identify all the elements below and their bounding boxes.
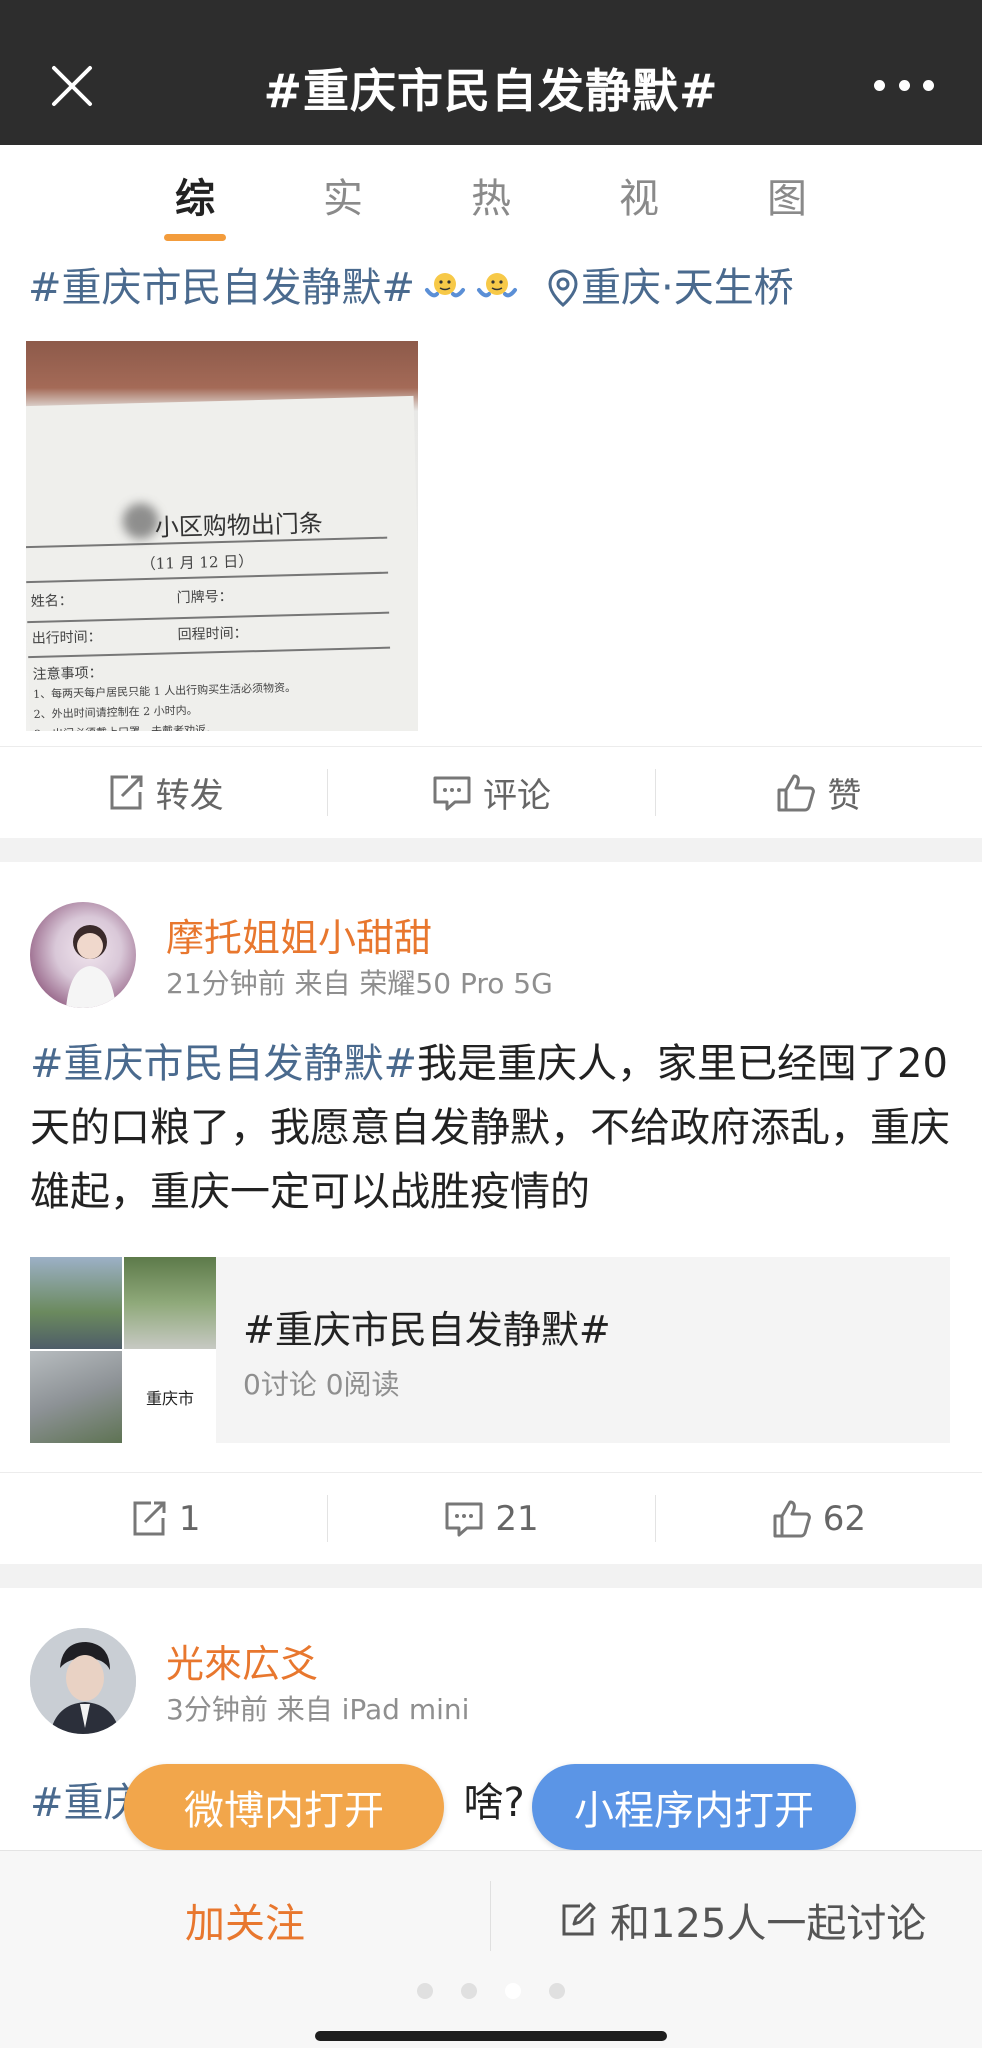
- avatar[interactable]: [30, 902, 136, 1008]
- post-actions: 1 21 62: [0, 1472, 982, 1564]
- more-icon[interactable]: [874, 70, 934, 100]
- page-indicator: [0, 1983, 982, 1999]
- like-label: 赞: [827, 776, 862, 816]
- repost-icon: [110, 775, 143, 809]
- username-link[interactable]: 光來広爻: [166, 1633, 318, 1688]
- topic-thumbnail: 重庆市: [30, 1257, 216, 1443]
- open-in-weibo-button[interactable]: 微博内打开: [124, 1764, 444, 1850]
- thumbs-up-icon: [773, 1500, 811, 1537]
- repost-count: 1: [178, 1498, 201, 1539]
- tab-realtime[interactable]: 实时: [304, 145, 382, 330]
- shrug-emoji-icon: [475, 268, 519, 308]
- topic-card[interactable]: 重庆市 #重庆市民自发静默# 0讨论 0阅读: [30, 1257, 950, 1443]
- edit-icon: [562, 1902, 596, 1936]
- post-body: #重庆市民自发静默#我是重庆人，家里已经囤了20天的口粮了，我愿意自发静默，不给…: [30, 1032, 952, 1224]
- like-count: 62: [822, 1498, 866, 1539]
- tab-hot[interactable]: 热门: [452, 145, 530, 330]
- like-button[interactable]: 赞: [654, 747, 982, 838]
- slip-line: 2、外出时间请控制在 2 小时内。: [33, 703, 198, 721]
- home-indicator[interactable]: [315, 2031, 667, 2041]
- slip-line: 注意事项：: [32, 665, 103, 683]
- bottom-bar: 加关注 和125人一起讨论: [0, 1850, 982, 2048]
- slip-title: 小区购物出门条: [154, 509, 324, 542]
- topic-title: #重庆市民自发静默#: [243, 1308, 611, 1352]
- open-in-mini-program-button[interactable]: 小程序内打开: [532, 1764, 856, 1850]
- post-meta: 21分钟前 来自 荣耀50 Pro 5G: [166, 967, 553, 1000]
- tab-video[interactable]: 视频: [600, 145, 678, 330]
- location-tag[interactable]: 重庆·天生桥: [545, 263, 794, 313]
- discuss-button[interactable]: 和125人一起讨论: [560, 1891, 926, 1949]
- thumb-text: 重庆市: [124, 1351, 216, 1443]
- page-title: #重庆市民自发静默#: [263, 64, 719, 118]
- tab-comprehensive[interactable]: 综合: [156, 145, 234, 330]
- post-photo[interactable]: 小区购物出门条 （11 月 12 日） 姓名： 门牌号： 出行时间： 回程时间：…: [26, 341, 418, 731]
- post-tagline: #重庆市民自发静默# 重庆·天生桥: [28, 253, 794, 323]
- slip-line: 3、出门必须戴上口罩，未戴者劝返。: [34, 721, 217, 731]
- post-card: 摩托姐姐小甜甜 21分钟前 来自 荣耀50 Pro 5G #重庆市民自发静默#我…: [0, 862, 982, 1564]
- post-text: 啥?: [463, 1780, 525, 1826]
- post-card: #重庆市民自发静默# 重庆·天生桥 小区购物出门条 （11 月 12 日） 姓名…: [0, 253, 982, 838]
- shrug-emoji-icon: [423, 268, 467, 308]
- hashtag-link[interactable]: #重庆市民自发静默#: [28, 263, 415, 313]
- thumbs-up-icon: [777, 774, 816, 811]
- post-meta: 3分钟前 来自 iPad mini: [166, 1693, 470, 1726]
- page: #重庆市民自发静默# 综合 实时 热门 视频 图片 #重庆市民自发静默# 重庆·…: [0, 0, 982, 2048]
- divider: [490, 1881, 491, 1951]
- comment-icon: [445, 1502, 483, 1536]
- comment-button[interactable]: 评论: [327, 747, 654, 838]
- tab-bar: 综合 实时 热门 视频 图片: [0, 145, 982, 330]
- top-bar: #重庆市民自发静默#: [0, 0, 982, 145]
- location-pin-icon: [548, 269, 578, 307]
- comment-label: 评论: [482, 776, 551, 816]
- slip-line: 门牌号：: [176, 588, 233, 607]
- username-link[interactable]: 摩托姐姐小甜甜: [166, 907, 432, 962]
- comment-icon: [433, 776, 471, 810]
- location-label: 重庆·天生桥: [581, 265, 794, 311]
- paper-slip: 小区购物出门条 （11 月 12 日） 姓名： 门牌号： 出行时间： 回程时间：…: [26, 395, 418, 731]
- slip-line: 回程时间：: [177, 625, 248, 644]
- post-actions: 转发 评论 赞: [0, 746, 982, 838]
- slip-line: 姓名：: [30, 592, 73, 611]
- like-button[interactable]: 62: [654, 1473, 982, 1564]
- follow-button[interactable]: 加关注: [0, 1891, 490, 1949]
- comment-count: 21: [495, 1498, 539, 1539]
- hashtag-link[interactable]: #重庆市民自发静默#: [30, 1041, 417, 1087]
- repost-button[interactable]: 1: [0, 1473, 327, 1564]
- repost-icon: [133, 1501, 166, 1535]
- discuss-label: 和125人一起讨论: [610, 1901, 927, 1947]
- slip-line: 出行时间：: [31, 629, 102, 648]
- comment-button[interactable]: 21: [327, 1473, 654, 1564]
- repost-label: 转发: [155, 776, 224, 816]
- tab-images[interactable]: 图片: [748, 145, 826, 330]
- repost-button[interactable]: 转发: [0, 747, 327, 838]
- avatar[interactable]: [30, 1628, 136, 1734]
- slip-date: （11 月 12 日）: [140, 552, 254, 574]
- topic-meta: 0讨论 0阅读: [243, 1368, 400, 1401]
